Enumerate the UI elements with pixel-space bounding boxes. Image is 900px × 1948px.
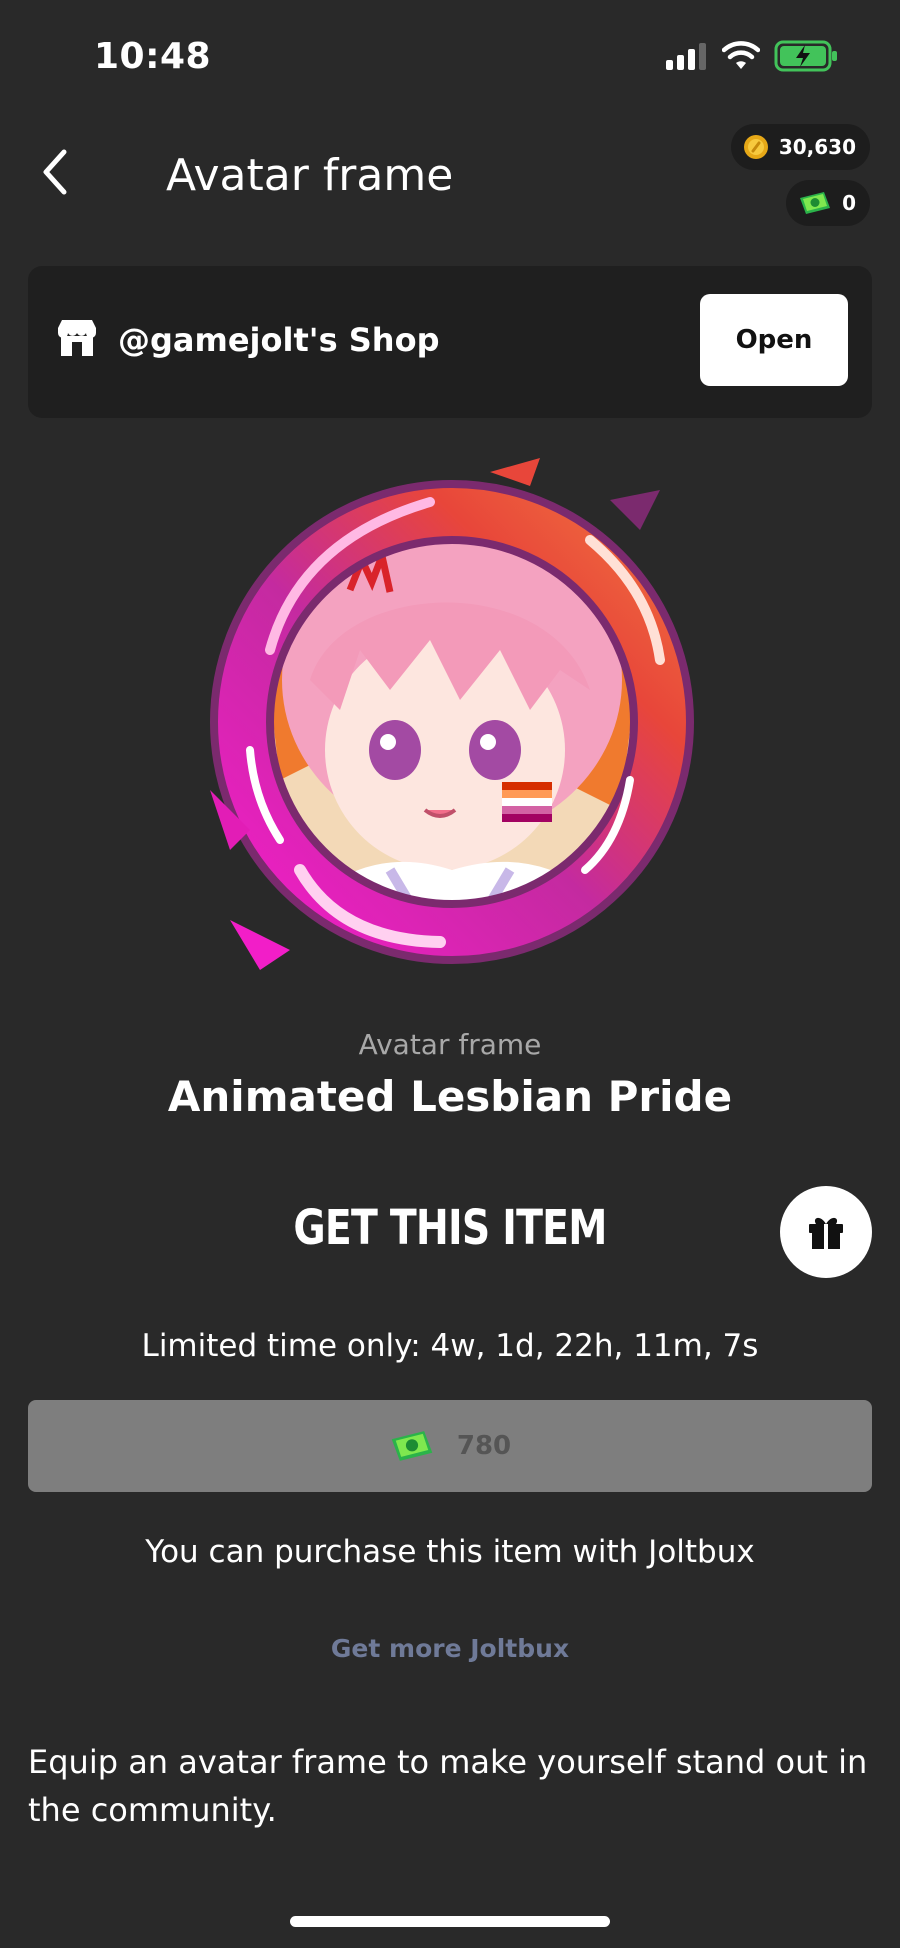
back-button[interactable]	[30, 142, 80, 202]
home-indicator[interactable]	[290, 1916, 610, 1927]
joltbux-icon	[800, 192, 831, 214]
item-description: Equip an avatar frame to make yourself s…	[28, 1743, 868, 1829]
shop-name: @gamejolt's Shop	[118, 321, 440, 359]
get-more-joltbux-link[interactable]: Get more Joltbux	[0, 1634, 900, 1663]
back-chevron-icon	[43, 149, 67, 195]
battery-icon	[774, 40, 837, 72]
coin-balance[interactable]: 30,630	[730, 124, 870, 170]
joltbux-balance[interactable]: 0	[786, 180, 870, 226]
shop-card: @gamejolt's Shop Open	[28, 266, 872, 418]
purchase-note: You can purchase this item with Joltbux	[145, 1534, 755, 1570]
item-name: Animated Lesbian Pride	[167, 1072, 733, 1121]
price-value: 780	[456, 1431, 512, 1461]
purchase-button[interactable]: 780	[28, 1400, 872, 1492]
avatar-frame-image	[210, 458, 694, 970]
signal-icon	[666, 43, 706, 70]
status-icons	[664, 40, 840, 72]
coin-icon	[743, 135, 768, 159]
page-title: Avatar frame	[166, 150, 454, 201]
avatar-frame-preview	[190, 450, 710, 1010]
gift-icon	[809, 1217, 843, 1249]
status-time: 10:48	[94, 36, 212, 77]
gift-button[interactable]	[780, 1186, 872, 1278]
joltbux-balance-value: 0	[842, 191, 856, 215]
get-item-title: GET THIS ITEM	[293, 1200, 607, 1256]
coin-balance-value: 30,630	[778, 135, 856, 159]
joltbux-icon	[391, 1431, 433, 1461]
limited-time-text: Limited time only: 4w, 1d, 22h, 11m, 7s	[141, 1328, 759, 1364]
wifi-icon	[722, 41, 760, 69]
wallet: 30,630 0	[730, 124, 870, 226]
open-shop-button[interactable]: Open	[700, 294, 848, 386]
item-type: Avatar frame	[358, 1028, 542, 1061]
shop-icon	[58, 320, 96, 356]
